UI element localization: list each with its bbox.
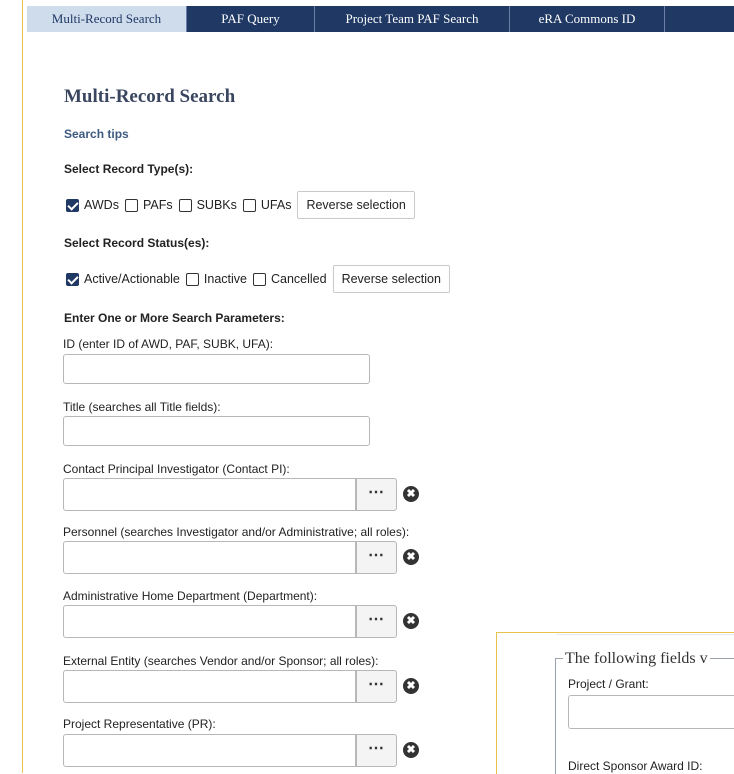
id-input[interactable]: [63, 354, 370, 384]
contact-pi-input[interactable]: [63, 478, 356, 511]
checkbox-subks[interactable]: SUBKs: [178, 198, 237, 212]
tab-bar: Multi-Record Search PAF Query Project Te…: [27, 6, 734, 32]
record-type-heading: Select Record Type(s):: [64, 162, 194, 176]
external-entity-lookup-button[interactable]: ⋯: [356, 670, 397, 703]
checkbox-label-pafs: PAFs: [142, 198, 173, 212]
department-input[interactable]: [63, 605, 356, 638]
title-input[interactable]: [63, 416, 370, 446]
search-tips-link[interactable]: Search tips: [64, 127, 129, 141]
personnel-lookup-button[interactable]: ⋯: [356, 541, 397, 574]
personnel-label: Personnel (searches Investigator and/or …: [63, 525, 410, 539]
checkbox-checked-icon[interactable]: [66, 198, 79, 212]
checkbox-unchecked-icon[interactable]: [252, 272, 266, 286]
side-fieldset-legend: The following fields v: [563, 650, 710, 668]
checkbox-ufas[interactable]: UFAs: [242, 198, 292, 212]
personnel-input[interactable]: [63, 541, 356, 574]
project-grant-input[interactable]: [568, 695, 734, 729]
record-type-row: AWDs PAFs SUBKs UFAs Reverse selection: [66, 191, 415, 219]
checkbox-label-active: Active/Actionable: [84, 272, 180, 286]
checkbox-checked-icon[interactable]: [66, 272, 79, 286]
project-rep-lookup-button[interactable]: ⋯: [356, 734, 397, 767]
tab-era-commons-id[interactable]: eRA Commons ID: [510, 6, 665, 32]
checkbox-unchecked-icon[interactable]: [185, 272, 199, 286]
external-entity-input[interactable]: [63, 670, 356, 703]
checkbox-inactive[interactable]: Inactive: [185, 272, 247, 286]
record-status-row: Active/Actionable Inactive Cancelled Rev…: [66, 265, 450, 293]
title-label: Title (searches all Title fields):: [63, 400, 221, 414]
project-grant-label: Project / Grant:: [568, 677, 649, 691]
checkbox-cancelled[interactable]: Cancelled: [252, 272, 327, 286]
checkbox-unchecked-icon[interactable]: [124, 198, 138, 212]
checkbox-awds[interactable]: AWDs: [66, 198, 119, 212]
project-rep-label: Project Representative (PR):: [63, 717, 216, 731]
id-label: ID (enter ID of AWD, PAF, SUBK, UFA):: [63, 337, 274, 351]
checkbox-label-ufas: UFAs: [260, 198, 292, 212]
params-heading: Enter One or More Search Parameters:: [64, 311, 285, 325]
contact-pi-clear-icon[interactable]: ✖: [403, 486, 419, 502]
department-label: Administrative Home Department (Departme…: [63, 589, 318, 603]
tab-overflow[interactable]: [665, 6, 734, 32]
tab-paf-query[interactable]: PAF Query: [187, 6, 315, 32]
external-entity-label: External Entity (searches Vendor and/or …: [63, 654, 379, 668]
project-rep-input[interactable]: [63, 734, 356, 767]
direct-sponsor-award-label: Direct Sponsor Award ID:: [568, 759, 703, 773]
checkbox-label-awds: AWDs: [84, 198, 119, 212]
checkbox-label-subks: SUBKs: [196, 198, 237, 212]
checkbox-unchecked-icon[interactable]: [178, 198, 192, 212]
department-lookup-button[interactable]: ⋯: [356, 605, 397, 638]
contact-pi-label: Contact Principal Investigator (Contact …: [63, 462, 290, 476]
contact-pi-lookup-button[interactable]: ⋯: [356, 478, 397, 511]
project-rep-clear-icon[interactable]: ✖: [403, 742, 419, 758]
tab-multi-record-search[interactable]: Multi-Record Search: [27, 6, 187, 32]
checkbox-active[interactable]: Active/Actionable: [66, 272, 180, 286]
side-panel-divider: [556, 634, 734, 635]
personnel-clear-icon[interactable]: ✖: [403, 549, 419, 565]
checkbox-label-inactive: Inactive: [203, 272, 247, 286]
page-title: Multi-Record Search: [64, 86, 236, 107]
checkbox-pafs[interactable]: PAFs: [124, 198, 173, 212]
external-entity-clear-icon[interactable]: ✖: [403, 678, 419, 694]
department-clear-icon[interactable]: ✖: [403, 613, 419, 629]
reverse-selection-type-button[interactable]: Reverse selection: [297, 191, 415, 219]
record-status-heading: Select Record Status(es):: [64, 236, 210, 250]
checkbox-unchecked-icon[interactable]: [242, 198, 256, 212]
reverse-selection-status-button[interactable]: Reverse selection: [332, 265, 450, 293]
tab-project-team-paf-search[interactable]: Project Team PAF Search: [315, 6, 510, 32]
checkbox-label-cancelled: Cancelled: [270, 272, 327, 286]
